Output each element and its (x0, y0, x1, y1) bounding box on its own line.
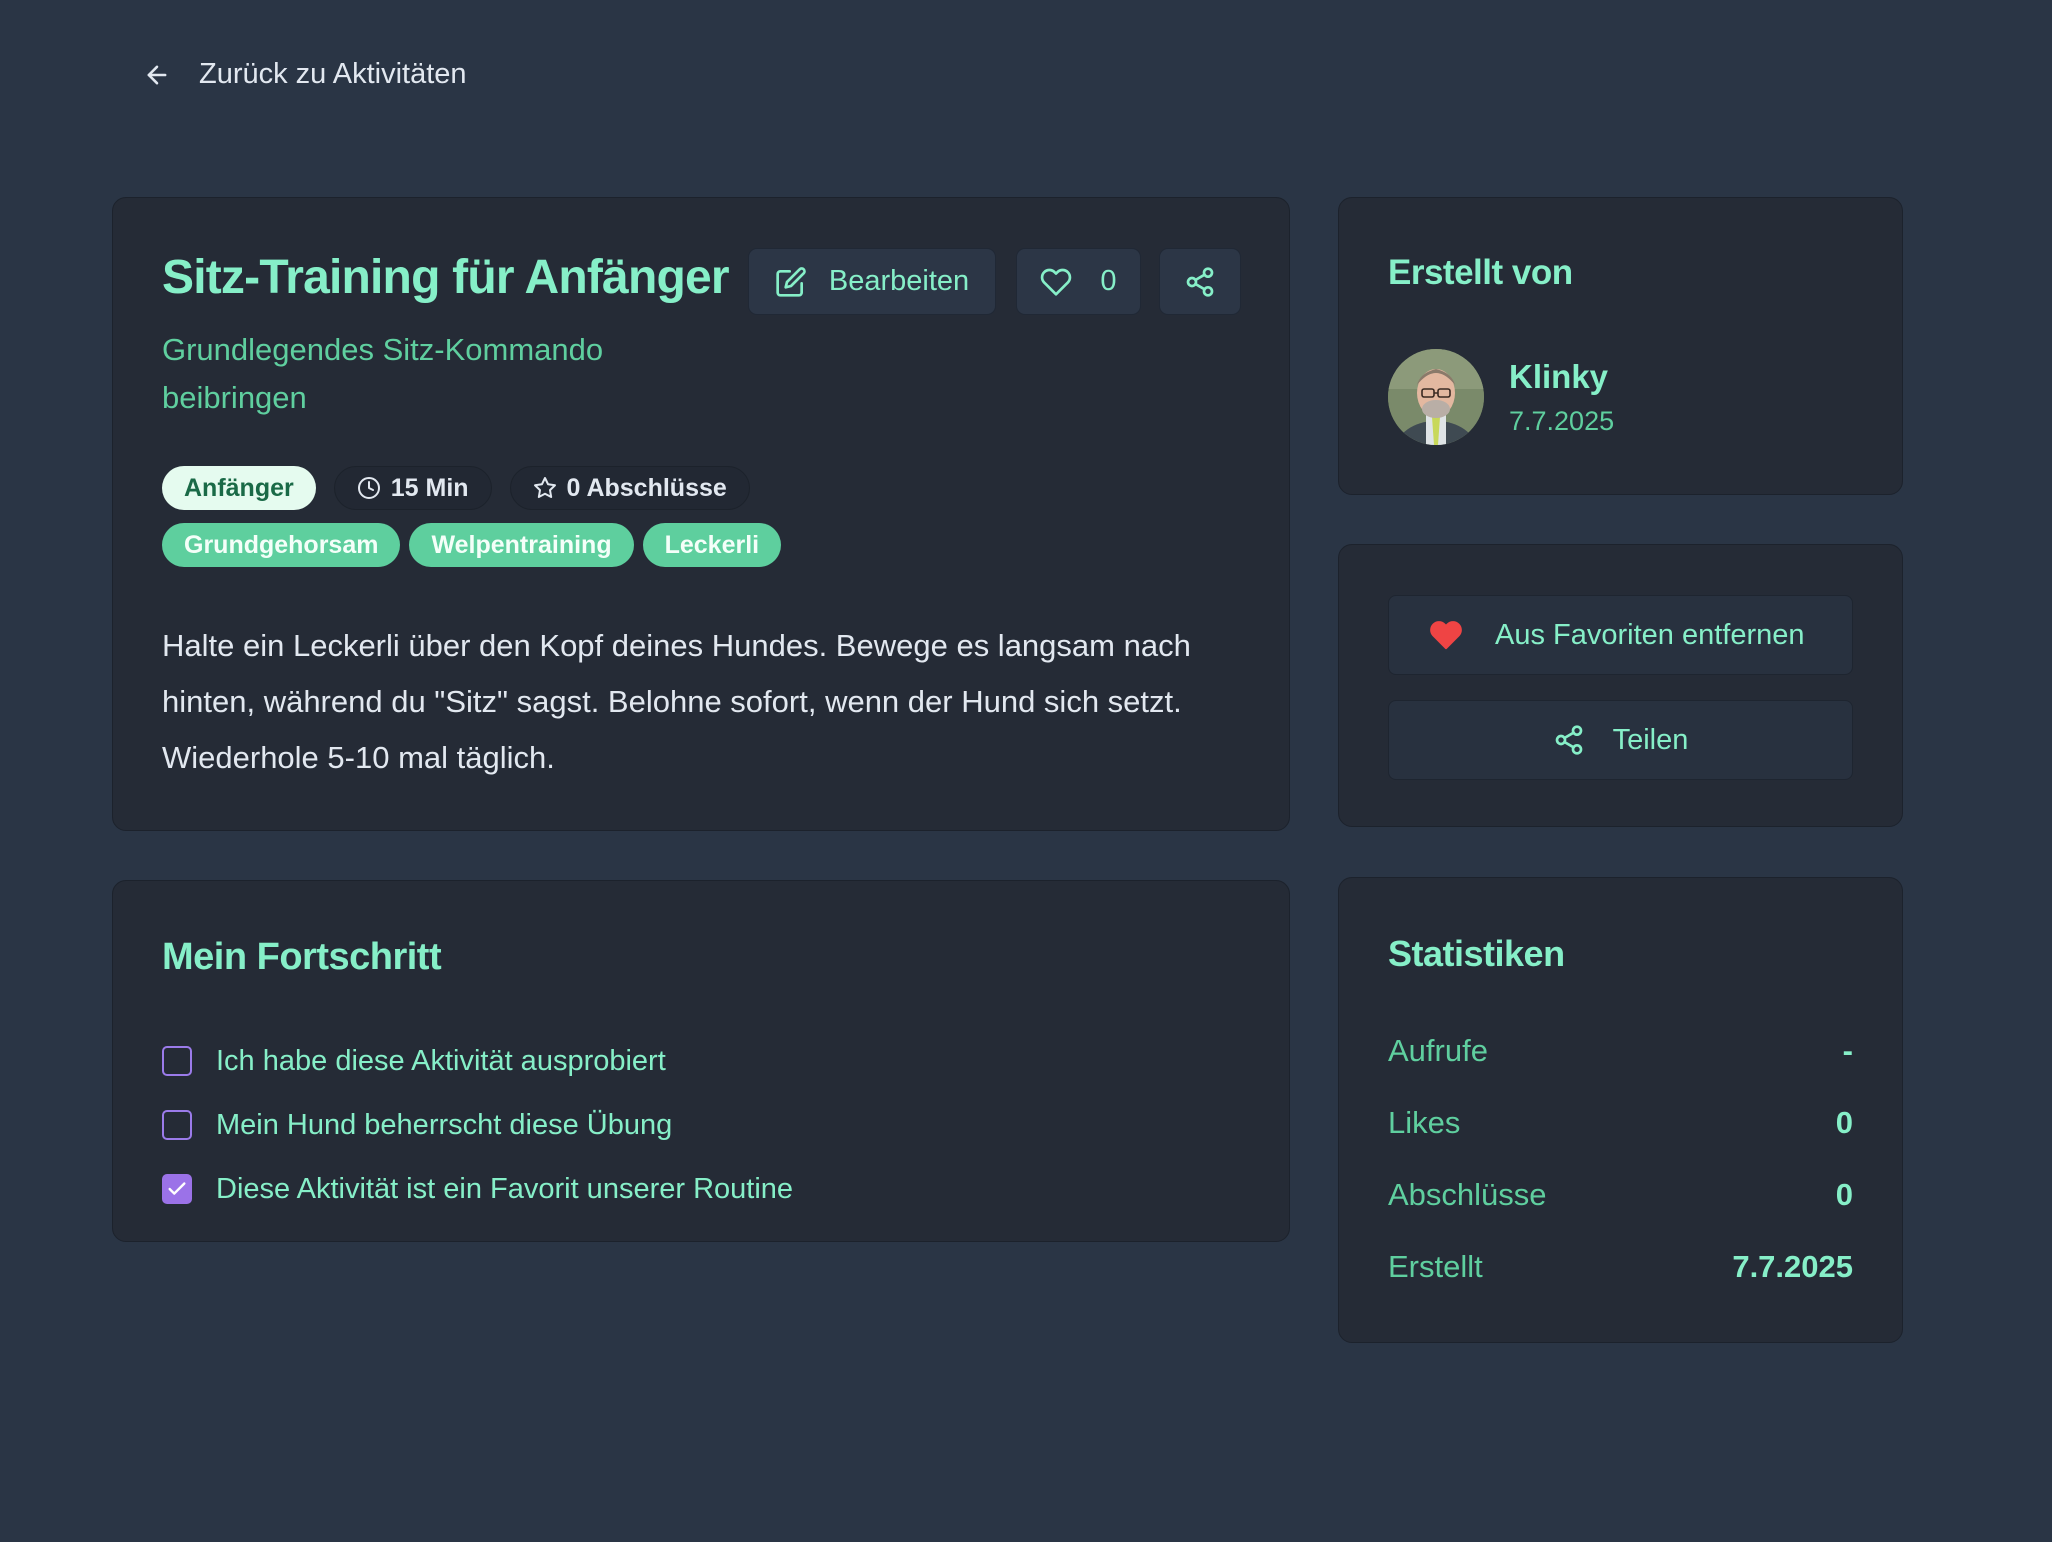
remove-favorite-label: Aus Favoriten entfernen (1495, 618, 1805, 651)
stat-row-likes: Likes 0 (1388, 1105, 1853, 1141)
checkbox[interactable] (162, 1110, 192, 1140)
remove-favorite-button[interactable]: Aus Favoriten entfernen (1388, 595, 1853, 675)
arrow-left-icon (147, 65, 167, 84)
check-label: Ich habe diese Aktivität ausprobiert (216, 1044, 666, 1077)
progress-title: Mein Fortschritt (162, 936, 442, 978)
activity-subtitle: Grundlegendes Sitz-Kommando beibringen (162, 332, 604, 415)
activity-card: Sitz-Training für Anfänger Grundlegendes… (112, 197, 1290, 831)
heart-filled-icon (1430, 621, 1462, 650)
meta-row: Anfänger 15 Min 0 Abschlüsse (162, 466, 750, 510)
like-button[interactable]: 0 (1016, 248, 1141, 315)
activity-title: Sitz-Training für Anfänger (162, 251, 730, 304)
author-card-title: Erstellt von (1388, 253, 1573, 292)
avatar[interactable] (1388, 349, 1484, 445)
stat-row-views: Aufrufe - (1388, 1033, 1853, 1069)
duration-label: 15 Min (390, 473, 469, 502)
edit-button[interactable]: Bearbeiten (748, 248, 996, 315)
author-date: 7.7.2025 (1509, 406, 1615, 436)
stat-value: 0 (1835, 1177, 1853, 1212)
tag[interactable]: Welpentraining (409, 523, 634, 567)
activity-description: Halte ein Leckerli über den Kopf deines … (162, 628, 1191, 775)
stat-value: 7.7.2025 (1732, 1249, 1853, 1284)
share-button-label: Teilen (1612, 723, 1689, 756)
progress-check-mastered[interactable]: Mein Hund beherrscht diese Übung (162, 1093, 793, 1157)
completions-label: 0 Abschlüsse (566, 473, 727, 502)
stat-value: 0 (1835, 1105, 1853, 1140)
stat-label: Erstellt (1388, 1249, 1483, 1284)
edit-button-label: Bearbeiten (828, 265, 970, 297)
checkbox[interactable] (162, 1046, 192, 1076)
stat-value: - (1842, 1033, 1853, 1068)
share-icon-button[interactable] (1159, 248, 1241, 315)
tag[interactable]: Leckerli (642, 523, 782, 567)
actions-card: Aus Favoriten entfernen Teilen (1338, 544, 1903, 827)
like-count: 0 (1100, 265, 1117, 297)
checkbox-checked[interactable] (162, 1174, 192, 1204)
stat-label: Abschlüsse (1388, 1177, 1547, 1212)
share-icon (1555, 725, 1582, 755)
share-icon (1186, 266, 1214, 297)
author-card: Erstellt von Klinky 7.7.2025 (1338, 197, 1903, 495)
completions-badge: 0 Abschlüsse (509, 466, 750, 510)
check-icon (168, 1182, 186, 1195)
progress-check-tried[interactable]: Ich habe diese Aktivität ausprobiert (162, 1029, 793, 1093)
author-name[interactable]: Klinky (1509, 358, 1608, 396)
stats-title: Statistiken (1388, 933, 1565, 974)
star-icon (533, 477, 556, 499)
edit-icon (776, 266, 806, 297)
stat-label: Aufrufe (1388, 1033, 1488, 1068)
share-button[interactable]: Teilen (1388, 700, 1853, 780)
duration-badge: 15 Min (333, 466, 492, 510)
tag-list: Grundgehorsam Welpentraining Leckerli (162, 523, 782, 567)
back-link[interactable]: Zurück zu Aktivitäten (143, 58, 467, 91)
check-label: Diese Aktivität ist ein Favorit unserer … (216, 1172, 794, 1205)
stat-label: Likes (1388, 1105, 1461, 1140)
stats-card: Statistiken Aufrufe - Likes 0 Abschlüsse… (1338, 877, 1903, 1343)
stat-row-completions: Abschlüsse 0 (1388, 1177, 1853, 1213)
progress-checklist: Ich habe diese Aktivität ausprobiert Mei… (162, 1029, 793, 1221)
clock-icon (357, 477, 380, 499)
level-badge: Anfänger (162, 466, 316, 510)
check-label: Mein Hund beherrscht diese Übung (216, 1108, 673, 1141)
heart-icon (1041, 268, 1072, 296)
back-link-label: Zurück zu Aktivitäten (199, 58, 467, 90)
tag[interactable]: Grundgehorsam (162, 523, 401, 567)
avatar-image (1388, 349, 1484, 445)
progress-check-favorite[interactable]: Diese Aktivität ist ein Favorit unserer … (162, 1157, 793, 1221)
progress-card: Mein Fortschritt Ich habe diese Aktivitä… (112, 880, 1290, 1242)
stat-row-created: Erstellt 7.7.2025 (1388, 1249, 1853, 1285)
